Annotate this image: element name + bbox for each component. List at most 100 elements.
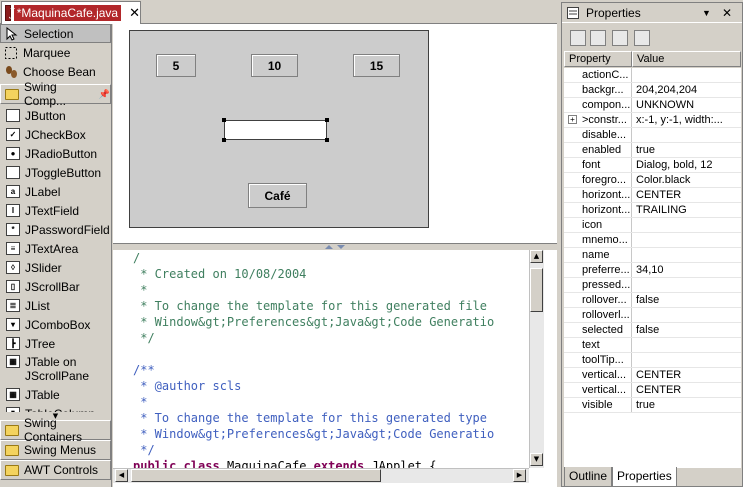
drawer-closed[interactable]: Swing Containers: [0, 416, 111, 444]
property-row[interactable]: foregro... Color.black: [564, 173, 741, 188]
property-row[interactable]: horizont... TRAILING: [564, 203, 741, 218]
property-value[interactable]: Dialog, bold, 12: [632, 158, 741, 172]
property-value[interactable]: CENTER: [632, 368, 741, 382]
column-header-value[interactable]: Value: [632, 51, 741, 67]
palette-item[interactable]: ▾ JComboBox: [0, 315, 111, 334]
property-value[interactable]: x:-1, y:-1, width:...: [632, 113, 741, 127]
code-line[interactable]: */: [133, 442, 527, 458]
palette-item[interactable]: ● JRadioButton: [0, 144, 111, 163]
selection-handle[interactable]: [222, 138, 226, 142]
property-row[interactable]: selected false: [564, 323, 741, 338]
property-value[interactable]: false: [632, 293, 741, 307]
property-row[interactable]: rollover... false: [564, 293, 741, 308]
property-row[interactable]: horizont... CENTER: [564, 188, 741, 203]
palette-item[interactable]: ▯ JScrollBar: [0, 277, 111, 296]
close-icon[interactable]: ✕: [722, 6, 732, 20]
property-value[interactable]: UNKNOWN: [632, 98, 741, 112]
property-value[interactable]: true: [632, 398, 741, 412]
property-value[interactable]: [632, 68, 741, 82]
show-advanced-icon[interactable]: [590, 30, 606, 46]
palette-tool-choose-bean[interactable]: Choose Bean: [0, 62, 111, 81]
scroll-right-icon[interactable]: ▶: [513, 469, 526, 482]
filter-icon[interactable]: [634, 30, 650, 46]
tab-outline[interactable]: Outline: [564, 467, 613, 487]
property-row[interactable]: pressed...: [564, 278, 741, 293]
design-canvas[interactable]: 5 10 15 Café: [113, 24, 557, 244]
palette-tool-selection[interactable]: Selection: [0, 24, 111, 43]
editor-tab[interactable]: *MaquinaCafe.java ✕: [1, 1, 141, 24]
palette-item[interactable]: ≣ JList: [0, 296, 111, 315]
property-value[interactable]: [632, 338, 741, 352]
property-value[interactable]: Color.black: [632, 173, 741, 187]
property-row[interactable]: + >constr... x:-1, y:-1, width:...: [564, 113, 741, 128]
property-row[interactable]: name: [564, 248, 741, 263]
code-line[interactable]: *: [133, 282, 527, 298]
code-line[interactable]: * To change the template for this genera…: [133, 410, 527, 426]
palette-item[interactable]: JToggleButton: [0, 163, 111, 182]
drawer-closed[interactable]: AWT Controls: [0, 460, 111, 480]
property-row[interactable]: icon: [564, 218, 741, 233]
property-row[interactable]: font Dialog, bold, 12: [564, 158, 741, 173]
property-value[interactable]: 34,10: [632, 263, 741, 277]
property-row[interactable]: enabled true: [564, 143, 741, 158]
selection-handle[interactable]: [325, 118, 329, 122]
property-row[interactable]: actionC...: [564, 68, 741, 83]
property-value[interactable]: CENTER: [632, 383, 741, 397]
property-value[interactable]: [632, 218, 741, 232]
button-15[interactable]: 15: [353, 54, 400, 77]
property-row[interactable]: mnemo...: [564, 233, 741, 248]
property-row[interactable]: preferre... 34,10: [564, 263, 741, 278]
palette-item[interactable]: ≡ JTextArea: [0, 239, 111, 258]
property-row[interactable]: toolTip...: [564, 353, 741, 368]
applet-panel[interactable]: 5 10 15 Café: [129, 30, 429, 228]
horizontal-scroll-thumb[interactable]: [131, 469, 381, 482]
property-row[interactable]: vertical... CENTER: [564, 368, 741, 383]
property-row[interactable]: compon... UNKNOWN: [564, 98, 741, 113]
property-value[interactable]: TRAILING: [632, 203, 741, 217]
palette-item[interactable]: a JLabel: [0, 182, 111, 201]
code-line[interactable]: [133, 346, 527, 362]
vertical-scrollbar[interactable]: ▲ ▼: [529, 250, 544, 468]
property-value[interactable]: [632, 248, 741, 262]
palette-item[interactable]: I JTextField: [0, 201, 111, 220]
palette-item[interactable]: ▮ TableColumn: [0, 404, 111, 412]
property-value[interactable]: 204,204,204: [632, 83, 741, 97]
property-row[interactable]: text: [564, 338, 741, 353]
property-value[interactable]: [632, 308, 741, 322]
palette-item[interactable]: ◊ JSlider: [0, 258, 111, 277]
close-icon[interactable]: ✕: [129, 6, 140, 21]
code-line[interactable]: * Created on 10/08/2004: [133, 266, 527, 282]
drawer-closed[interactable]: Swing Menus: [0, 440, 111, 460]
code-line[interactable]: public class MaquinaCafe extends JApplet…: [133, 458, 527, 468]
tab-properties[interactable]: Properties: [612, 467, 677, 487]
property-value[interactable]: CENTER: [632, 188, 741, 202]
property-value[interactable]: [632, 278, 741, 292]
property-value[interactable]: true: [632, 143, 741, 157]
code-line[interactable]: *: [133, 394, 527, 410]
code-line[interactable]: * Window&gt;Preferences&gt;Java&gt;Code …: [133, 426, 527, 442]
property-row[interactable]: rolloverl...: [564, 308, 741, 323]
property-value[interactable]: [632, 353, 741, 367]
palette-item[interactable]: JButton: [0, 106, 111, 125]
view-menu-icon[interactable]: ▼: [702, 8, 711, 18]
vertical-scroll-thumb[interactable]: [530, 268, 543, 312]
palette-item[interactable]: * JPasswordField: [0, 220, 111, 239]
source-editor[interactable]: / * Created on 10/08/2004 * * To change …: [113, 250, 557, 487]
text-field[interactable]: [224, 120, 327, 140]
button-5[interactable]: 5: [156, 54, 196, 77]
drawer-swing-components[interactable]: Swing Comp... 📌: [0, 80, 111, 108]
pin-icon[interactable]: 📌: [99, 89, 110, 100]
scroll-left-icon[interactable]: ◀: [115, 469, 128, 482]
palette-item[interactable]: ▦ JTable on JScrollPane: [0, 353, 111, 385]
code-line[interactable]: /: [133, 250, 527, 266]
code-line[interactable]: * @author scls: [133, 378, 527, 394]
code-line[interactable]: * To change the template for this genera…: [133, 298, 527, 314]
palette-item[interactable]: ▦ JTable: [0, 385, 111, 404]
property-row[interactable]: disable...: [564, 128, 741, 143]
scroll-up-icon[interactable]: ▲: [530, 250, 543, 263]
code-line[interactable]: * Window&gt;Preferences&gt;Java&gt;Code …: [133, 314, 527, 330]
button-10[interactable]: 10: [251, 54, 298, 77]
palette-tool-marquee[interactable]: Marquee: [0, 43, 111, 62]
source-code[interactable]: / * Created on 10/08/2004 * * To change …: [113, 250, 527, 468]
horizontal-scrollbar[interactable]: ◀ ▶: [113, 468, 529, 483]
